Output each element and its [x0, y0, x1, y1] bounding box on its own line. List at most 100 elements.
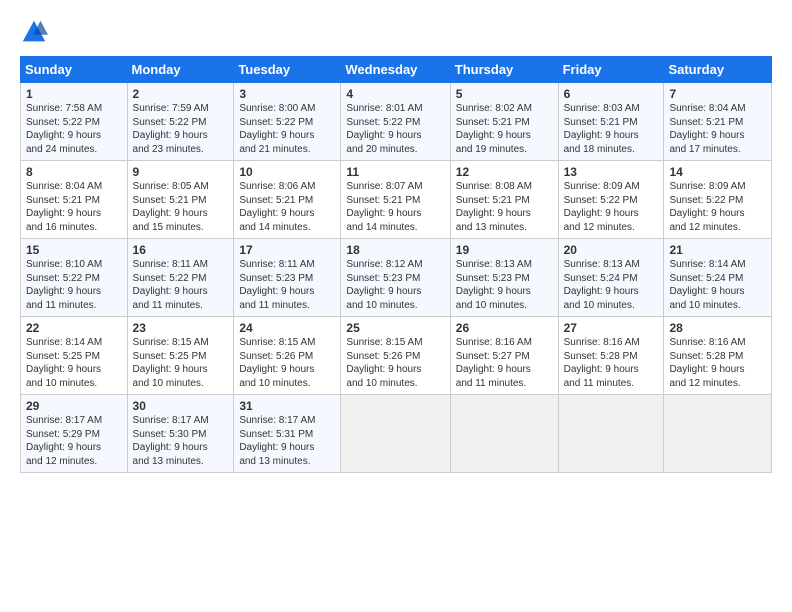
day-number: 20: [564, 243, 659, 257]
header-day-monday: Monday: [127, 57, 234, 83]
calendar-header: SundayMondayTuesdayWednesdayThursdayFrid…: [21, 57, 772, 83]
day-number: 3: [239, 87, 335, 101]
calendar-cell: 24Sunrise: 8:15 AMSunset: 5:26 PMDayligh…: [234, 317, 341, 395]
day-number: 12: [456, 165, 553, 179]
day-info: Sunrise: 8:04 AMSunset: 5:21 PMDaylight:…: [669, 102, 766, 156]
day-number: 2: [133, 87, 229, 101]
day-number: 16: [133, 243, 229, 257]
day-info: Sunrise: 8:13 AMSunset: 5:24 PMDaylight:…: [564, 258, 659, 312]
calendar-cell: 6Sunrise: 8:03 AMSunset: 5:21 PMDaylight…: [558, 83, 664, 161]
calendar-cell: 19Sunrise: 8:13 AMSunset: 5:23 PMDayligh…: [450, 239, 558, 317]
calendar-cell: 18Sunrise: 8:12 AMSunset: 5:23 PMDayligh…: [341, 239, 450, 317]
day-number: 9: [133, 165, 229, 179]
calendar-cell: [341, 395, 450, 473]
day-number: 14: [669, 165, 766, 179]
day-info: Sunrise: 7:59 AMSunset: 5:22 PMDaylight:…: [133, 102, 229, 156]
header-day-sunday: Sunday: [21, 57, 128, 83]
day-info: Sunrise: 8:17 AMSunset: 5:31 PMDaylight:…: [239, 414, 335, 468]
calendar-cell: 7Sunrise: 8:04 AMSunset: 5:21 PMDaylight…: [664, 83, 772, 161]
day-number: 1: [26, 87, 122, 101]
day-info: Sunrise: 8:16 AMSunset: 5:28 PMDaylight:…: [564, 336, 659, 390]
day-number: 23: [133, 321, 229, 335]
day-info: Sunrise: 8:11 AMSunset: 5:23 PMDaylight:…: [239, 258, 335, 312]
calendar-cell: 25Sunrise: 8:15 AMSunset: 5:26 PMDayligh…: [341, 317, 450, 395]
day-info: Sunrise: 8:14 AMSunset: 5:25 PMDaylight:…: [26, 336, 122, 390]
day-number: 24: [239, 321, 335, 335]
day-number: 11: [346, 165, 444, 179]
calendar-cell: 22Sunrise: 8:14 AMSunset: 5:25 PMDayligh…: [21, 317, 128, 395]
page: SundayMondayTuesdayWednesdayThursdayFrid…: [0, 0, 792, 483]
calendar-cell: 27Sunrise: 8:16 AMSunset: 5:28 PMDayligh…: [558, 317, 664, 395]
day-info: Sunrise: 8:13 AMSunset: 5:23 PMDaylight:…: [456, 258, 553, 312]
day-number: 27: [564, 321, 659, 335]
calendar-cell: 3Sunrise: 8:00 AMSunset: 5:22 PMDaylight…: [234, 83, 341, 161]
logo: [20, 18, 52, 46]
calendar-cell: 16Sunrise: 8:11 AMSunset: 5:22 PMDayligh…: [127, 239, 234, 317]
day-info: Sunrise: 8:06 AMSunset: 5:21 PMDaylight:…: [239, 180, 335, 234]
week-row-2: 8Sunrise: 8:04 AMSunset: 5:21 PMDaylight…: [21, 161, 772, 239]
day-info: Sunrise: 8:09 AMSunset: 5:22 PMDaylight:…: [669, 180, 766, 234]
calendar-cell: 4Sunrise: 8:01 AMSunset: 5:22 PMDaylight…: [341, 83, 450, 161]
week-row-4: 22Sunrise: 8:14 AMSunset: 5:25 PMDayligh…: [21, 317, 772, 395]
week-row-1: 1Sunrise: 7:58 AMSunset: 5:22 PMDaylight…: [21, 83, 772, 161]
day-number: 18: [346, 243, 444, 257]
day-number: 28: [669, 321, 766, 335]
calendar-cell: [450, 395, 558, 473]
day-info: Sunrise: 8:08 AMSunset: 5:21 PMDaylight:…: [456, 180, 553, 234]
calendar-cell: 10Sunrise: 8:06 AMSunset: 5:21 PMDayligh…: [234, 161, 341, 239]
day-number: 15: [26, 243, 122, 257]
day-info: Sunrise: 8:15 AMSunset: 5:26 PMDaylight:…: [239, 336, 335, 390]
calendar-cell: 2Sunrise: 7:59 AMSunset: 5:22 PMDaylight…: [127, 83, 234, 161]
day-info: Sunrise: 8:17 AMSunset: 5:30 PMDaylight:…: [133, 414, 229, 468]
calendar-cell: 11Sunrise: 8:07 AMSunset: 5:21 PMDayligh…: [341, 161, 450, 239]
calendar-cell: 8Sunrise: 8:04 AMSunset: 5:21 PMDaylight…: [21, 161, 128, 239]
day-info: Sunrise: 8:05 AMSunset: 5:21 PMDaylight:…: [133, 180, 229, 234]
calendar-cell: 13Sunrise: 8:09 AMSunset: 5:22 PMDayligh…: [558, 161, 664, 239]
calendar-table: SundayMondayTuesdayWednesdayThursdayFrid…: [20, 56, 772, 473]
day-info: Sunrise: 7:58 AMSunset: 5:22 PMDaylight:…: [26, 102, 122, 156]
calendar-cell: [558, 395, 664, 473]
week-row-3: 15Sunrise: 8:10 AMSunset: 5:22 PMDayligh…: [21, 239, 772, 317]
calendar-cell: 28Sunrise: 8:16 AMSunset: 5:28 PMDayligh…: [664, 317, 772, 395]
logo-icon: [20, 18, 48, 46]
calendar-cell: [664, 395, 772, 473]
calendar-cell: 31Sunrise: 8:17 AMSunset: 5:31 PMDayligh…: [234, 395, 341, 473]
header: [20, 18, 772, 46]
day-number: 21: [669, 243, 766, 257]
day-number: 31: [239, 399, 335, 413]
day-number: 26: [456, 321, 553, 335]
day-number: 5: [456, 87, 553, 101]
header-day-wednesday: Wednesday: [341, 57, 450, 83]
day-number: 29: [26, 399, 122, 413]
calendar-cell: 26Sunrise: 8:16 AMSunset: 5:27 PMDayligh…: [450, 317, 558, 395]
day-info: Sunrise: 8:01 AMSunset: 5:22 PMDaylight:…: [346, 102, 444, 156]
day-info: Sunrise: 8:10 AMSunset: 5:22 PMDaylight:…: [26, 258, 122, 312]
day-info: Sunrise: 8:03 AMSunset: 5:21 PMDaylight:…: [564, 102, 659, 156]
calendar-cell: 20Sunrise: 8:13 AMSunset: 5:24 PMDayligh…: [558, 239, 664, 317]
day-number: 17: [239, 243, 335, 257]
day-number: 19: [456, 243, 553, 257]
day-info: Sunrise: 8:04 AMSunset: 5:21 PMDaylight:…: [26, 180, 122, 234]
calendar-cell: 21Sunrise: 8:14 AMSunset: 5:24 PMDayligh…: [664, 239, 772, 317]
day-number: 4: [346, 87, 444, 101]
day-info: Sunrise: 8:17 AMSunset: 5:29 PMDaylight:…: [26, 414, 122, 468]
day-info: Sunrise: 8:12 AMSunset: 5:23 PMDaylight:…: [346, 258, 444, 312]
calendar-cell: 9Sunrise: 8:05 AMSunset: 5:21 PMDaylight…: [127, 161, 234, 239]
day-info: Sunrise: 8:00 AMSunset: 5:22 PMDaylight:…: [239, 102, 335, 156]
day-number: 6: [564, 87, 659, 101]
day-number: 25: [346, 321, 444, 335]
day-number: 7: [669, 87, 766, 101]
day-number: 13: [564, 165, 659, 179]
header-day-thursday: Thursday: [450, 57, 558, 83]
calendar-cell: 14Sunrise: 8:09 AMSunset: 5:22 PMDayligh…: [664, 161, 772, 239]
header-row: SundayMondayTuesdayWednesdayThursdayFrid…: [21, 57, 772, 83]
day-info: Sunrise: 8:16 AMSunset: 5:27 PMDaylight:…: [456, 336, 553, 390]
day-info: Sunrise: 8:11 AMSunset: 5:22 PMDaylight:…: [133, 258, 229, 312]
week-row-5: 29Sunrise: 8:17 AMSunset: 5:29 PMDayligh…: [21, 395, 772, 473]
day-number: 10: [239, 165, 335, 179]
day-number: 8: [26, 165, 122, 179]
day-info: Sunrise: 8:15 AMSunset: 5:26 PMDaylight:…: [346, 336, 444, 390]
header-day-saturday: Saturday: [664, 57, 772, 83]
day-info: Sunrise: 8:07 AMSunset: 5:21 PMDaylight:…: [346, 180, 444, 234]
calendar-cell: 30Sunrise: 8:17 AMSunset: 5:30 PMDayligh…: [127, 395, 234, 473]
